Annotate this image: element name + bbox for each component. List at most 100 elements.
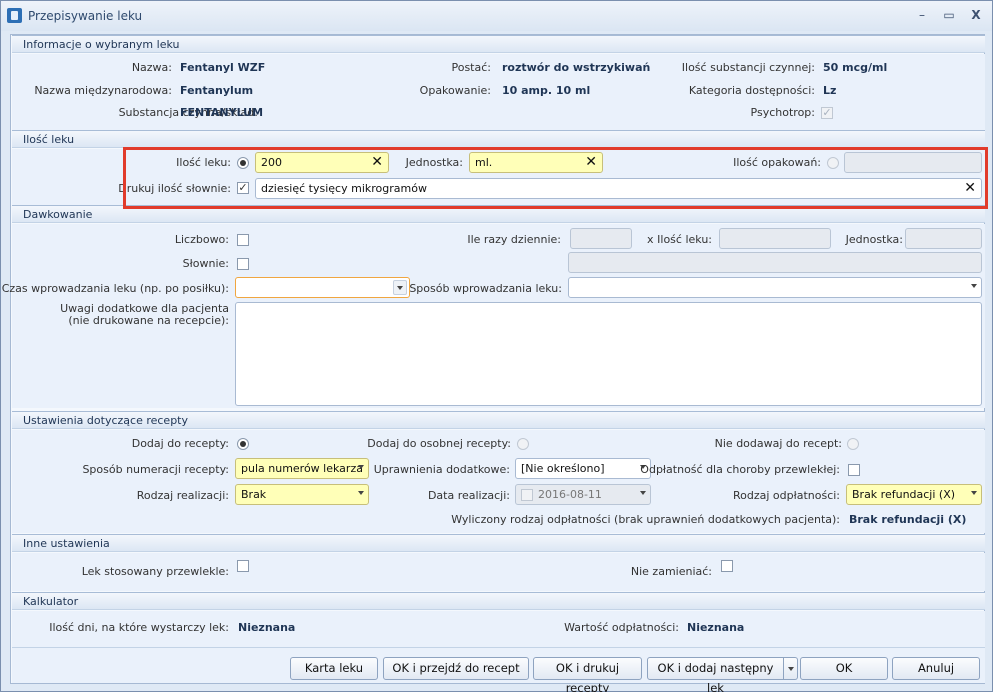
section-info: Nazwa: Fentanyl WZF Postać: roztwór do w… [12,54,985,135]
dodaj-do-osobnej-radio[interactable] [517,438,529,450]
uwagi-textarea[interactable] [235,302,982,406]
postac-label: Postać: [451,61,491,74]
button-bar: Karta leku OK i przejdź do recept OK i d… [12,647,985,692]
wyliczony-value: Brak refundacji (X) [849,513,967,526]
ok-dodaj-nastepny-dropdown[interactable] [784,657,798,680]
section-kalkulator: Ilość dni, na które wystarczy lek: Niezn… [12,611,985,647]
dropdown-arrow-icon[interactable] [358,491,364,495]
calendar-dropdown-icon[interactable] [640,491,646,495]
section-recepta: Dodaj do recepty: Dodaj do osobnej recep… [12,430,985,533]
postac-value: roztwór do wstrzykiwań [502,61,651,74]
dawka-jednostka-input[interactable] [905,228,982,249]
dawka-ilosc-label: Ilość leku: [657,233,712,246]
section-ilosc-header[interactable]: Ilość leku [12,130,985,148]
wyliczony-label: Wyliczony rodzaj odpłatności (brak upraw… [451,513,840,526]
uwagi-label-line2: (nie drukowane na recepcie): [68,314,229,327]
sposob-numeracji-value: pula numerów lekarza [241,462,363,475]
dropdown-arrow-icon[interactable] [358,465,364,469]
odplatnosc-choroby-label: Odpłatność dla choroby przewlekłej: [640,463,840,476]
kategoria-value: Lz [823,84,837,97]
dropdown-arrow-icon[interactable] [971,491,977,495]
karta-leku-button[interactable]: Karta leku [290,657,378,680]
minimize-button[interactable]: – [911,7,933,23]
section-dawkowanie: Liczbowo: Ile razy dziennie: x Ilość lek… [2,224,985,408]
section-kalkulator-header[interactable]: Kalkulator [12,592,985,610]
ok-dodaj-nastepny-button[interactable]: OK i dodaj następny lek [647,657,784,692]
nazwa-miedzynarodowa-value: Fentanylum [180,84,254,97]
sposob-numeracji-dropdown[interactable]: pula numerów lekarza [235,458,369,479]
times-sign: x [647,233,654,246]
ok-przejdz-do-recept-button[interactable]: OK i przejdź do recept [383,657,529,680]
window-title: Przepisywanie leku [28,9,143,23]
czas-wprowadzania-label: Czas wprowadzania leku (np. po posiłku): [1,282,229,295]
close-button[interactable]: X [965,7,987,23]
ilosc-substancji-value: 50 mcg/ml [823,61,888,74]
rodzaj-odplatnosci-value: Brak refundacji (X) [852,488,956,501]
sposob-wprowadzania-label: Sposób wprowadzania leku: [409,282,562,295]
sposob-wprowadzania-dropdown[interactable] [568,277,982,298]
czas-wprowadzania-dropdown[interactable] [235,277,410,298]
data-realizacji-picker[interactable]: 2016-08-11 [515,484,651,505]
dawka-slownie-input[interactable] [568,252,982,273]
rodzaj-realizacji-value: Brak [241,488,267,501]
uprawnienia-dropdown[interactable]: [Nie określono] [515,458,651,479]
dodaj-do-recepty-label: Dodaj do recepty: [131,437,229,450]
section-info-header[interactable]: Informacje o wybranym leku [12,35,985,53]
section-inne: Lek stosowany przewlekle: Nie zamieniać: [12,553,985,591]
uprawnienia-label: Uprawnienia dodatkowe: [373,463,510,476]
liczbowo-checkbox[interactable] [237,234,249,246]
dropdown-arrow-icon[interactable] [393,280,407,295]
psychotrop-checkbox: ✓ [821,106,833,119]
nazwa-value: Fentanyl WZF [180,61,266,74]
dialog-content: Informacje o wybranym leku Nazwa: Fentan… [2,34,985,692]
app-icon [7,8,22,23]
przewlekle-checkbox[interactable] [237,560,249,572]
sposob-numeracji-label: Sposób numeracji recepty: [82,463,229,476]
dawka-ilosc-input[interactable] [719,228,831,249]
przewlekle-label: Lek stosowany przewlekle: [81,565,229,578]
dialog-window: Przepisywanie leku – ▭ X Informacje o wy… [0,0,993,692]
wartosc-odplatnosci-value: Nieznana [687,621,745,634]
odplatnosc-choroby-checkbox[interactable] [848,464,860,476]
highlight-box [123,147,988,209]
wartosc-odplatnosci-label: Wartość odpłatności: [564,621,679,634]
dawka-jednostka-label: Jednostka: [845,233,903,246]
dodaj-do-recepty-radio[interactable] [237,438,249,450]
dropdown-arrow-icon [788,667,794,671]
slownie-checkbox[interactable] [237,258,249,270]
ile-razy-label: Ile razy dziennie: [467,233,561,246]
rodzaj-odplatnosci-dropdown[interactable]: Brak refundacji (X) [846,484,982,505]
liczbowo-label: Liczbowo: [174,233,229,246]
data-realizacji-value: 2016-08-11 [538,488,602,501]
nie-dodawaj-label: Nie dodawaj do recept: [714,437,842,450]
nie-dodawaj-radio[interactable] [847,438,859,450]
section-inne-header[interactable]: Inne ustawienia [12,534,985,552]
uprawnienia-value: [Nie określono] [521,462,605,475]
ilosc-dni-label: Ilość dni, na które wystarczy lek: [49,621,229,634]
kategoria-label: Kategoria dostępności: [688,84,815,97]
slownie-label: Słownie: [182,257,229,270]
ile-razy-input[interactable] [570,228,632,249]
data-realizacji-checkbox[interactable] [521,489,533,501]
substancja-value: FENTANYLUM [180,106,264,119]
ilosc-dni-value: Nieznana [238,621,296,634]
ok-button[interactable]: OK [800,657,888,680]
nie-zamieniac-label: Nie zamieniać: [630,565,712,578]
nie-zamieniac-checkbox[interactable] [721,560,733,572]
title-bar[interactable]: Przepisywanie leku – ▭ X [1,1,992,31]
rodzaj-realizacji-dropdown[interactable]: Brak [235,484,369,505]
dodaj-do-osobnej-label: Dodaj do osobnej recepty: [367,437,511,450]
section-recepta-header[interactable]: Ustawienia dotyczące recepty [12,411,985,429]
nazwa-label: Nazwa: [131,61,172,74]
opakowanie-label: Opakowanie: [419,84,491,97]
ilosc-substancji-label: Ilość substancji czynnej: [681,61,815,74]
dropdown-arrow-icon[interactable] [971,284,977,288]
maximize-button[interactable]: ▭ [938,7,960,23]
ok-drukuj-recepty-button[interactable]: OK i drukuj recepty [533,657,642,692]
rodzaj-realizacji-label: Rodzaj realizacji: [136,489,229,502]
opakowanie-value: 10 amp. 10 ml [502,84,591,97]
anuluj-button[interactable]: Anuluj [892,657,980,680]
rodzaj-odplatnosci-label: Rodzaj odpłatności: [732,489,840,502]
nazwa-miedzynarodowa-label: Nazwa międzynarodowa: [34,84,172,97]
data-realizacji-label: Data realizacji: [427,489,510,502]
